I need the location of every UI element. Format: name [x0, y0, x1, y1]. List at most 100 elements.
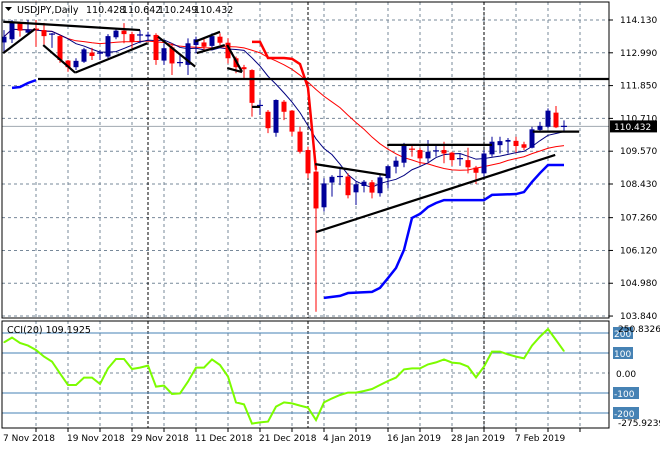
cci-point	[451, 362, 453, 364]
candle-body	[489, 141, 495, 155]
candle-body	[89, 52, 95, 56]
candle[interactable]	[273, 99, 279, 137]
cci-max-label: 250.8326	[618, 325, 660, 335]
candle-body	[497, 141, 503, 146]
candle-body	[129, 34, 135, 42]
candle-body	[449, 152, 455, 161]
cci-point	[411, 367, 413, 369]
candle-body	[209, 36, 215, 46]
candle-body	[121, 30, 127, 35]
cci-point	[211, 358, 213, 360]
candle-body	[481, 153, 487, 174]
candle[interactable]	[529, 126, 535, 149]
time-tick-label: 19 Nov 2018	[67, 434, 125, 444]
time-tick-label: 28 Jan 2019	[451, 434, 505, 444]
time-tick-label: 7 Nov 2018	[3, 434, 55, 444]
candle-body	[393, 160, 399, 167]
candle-body	[201, 42, 207, 47]
open-value: 110.428	[86, 5, 125, 16]
time-tick-label: 7 Feb 2019	[515, 434, 566, 444]
cci-point	[203, 367, 205, 369]
candle-body	[521, 144, 527, 148]
cci-point	[323, 401, 325, 403]
time-tick-label: 29 Nov 2018	[131, 434, 189, 444]
cci-label: CCI(20) 109.1925	[7, 325, 91, 336]
cci-point	[491, 351, 493, 353]
symbol-label: USDJPY,Daily	[17, 5, 79, 16]
cci-point	[371, 388, 373, 390]
price-tick-label: 106.120	[620, 246, 657, 256]
candle-body	[465, 160, 471, 168]
candle-body	[313, 171, 319, 209]
candle-body	[305, 150, 311, 174]
cci-point	[395, 377, 397, 379]
candle-body	[273, 99, 279, 133]
cci-point	[171, 393, 173, 395]
time-tick-label: 11 Dec 2018	[195, 434, 253, 444]
cci-point	[283, 401, 285, 403]
cci-point	[219, 364, 221, 366]
cci-point	[187, 381, 189, 383]
price-tick-label: 112.990	[620, 49, 657, 59]
cci-point	[363, 390, 365, 392]
current-price-label: 110.432	[614, 123, 651, 133]
cci-point	[75, 384, 77, 386]
cci-point	[355, 392, 357, 394]
cci-point	[427, 363, 429, 365]
price-tick-label: 103.840	[620, 312, 657, 322]
candle-body	[265, 111, 271, 129]
candle[interactable]	[105, 34, 111, 58]
chart-header: USDJPY,Daily 110.428 110.642 110.249 110…	[5, 5, 233, 16]
cci-point	[331, 397, 333, 399]
cci-point	[227, 376, 229, 378]
candle-body	[9, 21, 15, 40]
cci-point	[107, 367, 109, 369]
high-value: 110.642	[122, 5, 161, 16]
cci-point	[515, 356, 517, 358]
cci-point	[139, 367, 141, 369]
cci-point	[555, 339, 557, 341]
cci-point	[11, 337, 13, 339]
candle-body	[113, 30, 119, 38]
cci-point	[275, 406, 277, 408]
cci-point	[67, 384, 69, 386]
cci-point	[467, 366, 469, 368]
cci-point	[539, 336, 541, 338]
cci-point	[131, 368, 133, 370]
candle-body	[241, 67, 247, 70]
candle-body	[377, 177, 383, 194]
candle-body	[401, 145, 407, 163]
candle-body	[41, 30, 47, 37]
candle-body	[249, 70, 255, 103]
cci-point	[259, 421, 261, 423]
candle[interactable]	[81, 47, 87, 63]
cci-point	[27, 345, 29, 347]
candle-body	[217, 36, 223, 43]
candle-body	[73, 60, 79, 68]
candle-body	[289, 110, 295, 132]
cci-point	[155, 386, 157, 388]
candle[interactable]	[545, 108, 551, 129]
cci-point	[291, 402, 293, 404]
cci-point	[339, 394, 341, 396]
cci-point	[251, 423, 253, 425]
cci-point	[499, 351, 501, 353]
cci-point	[267, 421, 269, 423]
cci-point	[443, 358, 445, 360]
candle-body	[281, 101, 287, 112]
cci-point	[123, 358, 125, 360]
price-tick-label: 108.430	[620, 180, 657, 190]
cci-level-label: 100	[614, 350, 631, 360]
cci-point	[3, 341, 5, 343]
candle[interactable]	[345, 173, 351, 199]
cci-point	[459, 362, 461, 364]
cci-zero-label: 0.00	[616, 370, 636, 380]
trading-chart[interactable]: USDJPY,Daily 110.428 110.642 110.249 110…	[0, 0, 660, 450]
cci-point	[483, 366, 485, 368]
candle-body	[425, 151, 431, 159]
candle-body	[369, 182, 375, 193]
cci-point	[315, 419, 317, 421]
cci-point	[507, 353, 509, 355]
candle-body	[145, 34, 151, 37]
candle-body	[105, 36, 111, 57]
